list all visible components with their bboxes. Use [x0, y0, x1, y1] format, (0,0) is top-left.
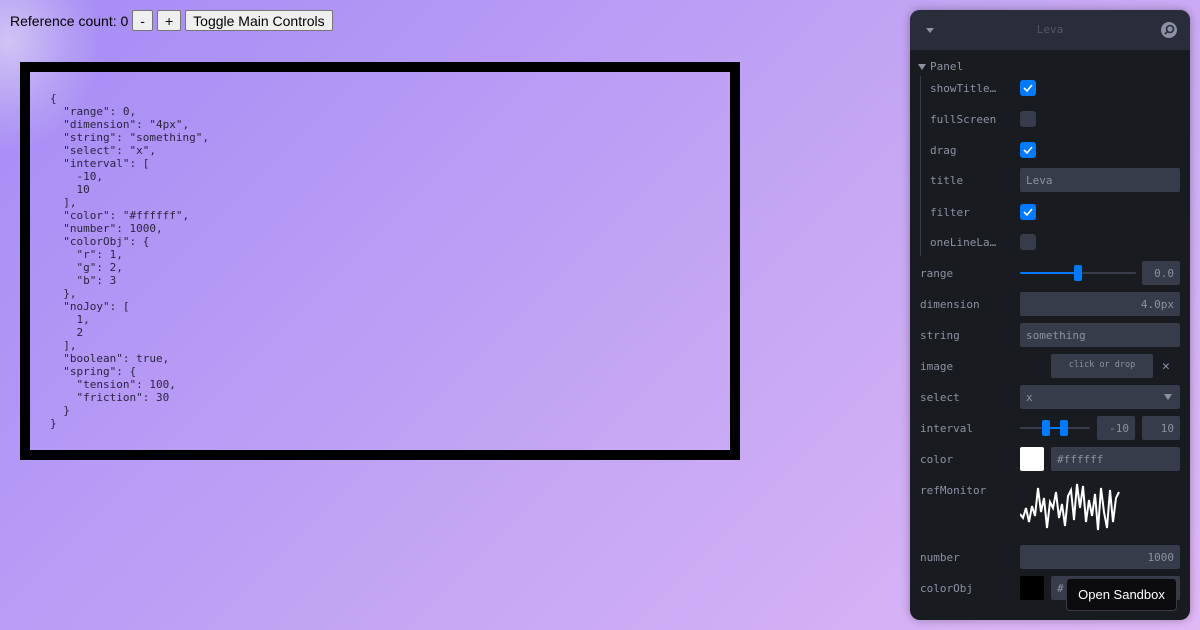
number-input[interactable]: 1000 [1020, 545, 1180, 569]
decrement-button[interactable]: - [132, 10, 153, 31]
leva-panel: Leva Panel showTitle… fullScreen drag ti… [910, 10, 1190, 620]
image-drop-button[interactable]: click or drop [1051, 354, 1153, 378]
row-interval: interval -10 10 [910, 416, 1190, 440]
filter-checkbox[interactable] [1020, 204, 1036, 220]
row-label: number [920, 551, 960, 564]
row-dimension: dimension 4.0px [910, 292, 1190, 316]
row-label: select [920, 391, 960, 404]
dimension-input[interactable]: 4.0px [1020, 292, 1180, 316]
row-label: filter [930, 206, 970, 219]
row-label: showTitle… [930, 82, 997, 95]
row-label: dimension [920, 298, 980, 311]
row-ref-monitor: refMonitor [910, 478, 1190, 538]
ref-monitor-graph [1020, 483, 1120, 531]
panel-header[interactable]: Leva [910, 10, 1190, 50]
show-title-checkbox[interactable] [1020, 80, 1036, 96]
row-full-screen: fullScreen [910, 107, 1190, 131]
row-number: number 1000 [910, 545, 1190, 569]
row-label: string [920, 329, 960, 342]
row-label: interval [920, 422, 973, 435]
interval-min-input[interactable]: -10 [1097, 416, 1135, 440]
close-icon[interactable]: ✕ [1162, 359, 1170, 374]
range-value-input[interactable]: 0.0 [1142, 261, 1180, 285]
row-image: image click or drop ✕ [910, 354, 1190, 378]
folder-label: Panel [930, 60, 964, 73]
color-hex-input[interactable]: #ffffff [1051, 447, 1180, 471]
increment-button[interactable]: + [156, 10, 182, 31]
chevron-down-icon [918, 63, 926, 70]
row-label: fullScreen [930, 113, 997, 126]
row-label: refMonitor [920, 484, 987, 497]
json-output-text: { "range": 0, "dimension": "4px", "strin… [50, 92, 209, 430]
row-filter: filter [910, 200, 1190, 224]
chevron-down-icon [1164, 394, 1172, 400]
toggle-main-controls-button[interactable]: Toggle Main Controls [185, 10, 333, 31]
row-title: title Leva [910, 168, 1190, 192]
panel-title: Leva [1036, 23, 1064, 36]
interval-min-handle[interactable] [1042, 420, 1050, 436]
json-output-frame: { "range": 0, "dimension": "4px", "strin… [20, 62, 740, 460]
row-label: drag [930, 144, 957, 157]
row-one-line-labels: oneLineLa… [910, 230, 1190, 254]
interval-max-handle[interactable] [1060, 420, 1068, 436]
folder-indent-line [920, 76, 921, 256]
check-icon [1023, 208, 1033, 217]
interval-max-input[interactable]: 10 [1142, 416, 1180, 440]
open-sandbox-button[interactable]: Open Sandbox [1066, 578, 1177, 611]
row-label: oneLineLa… [930, 236, 997, 249]
check-icon [1023, 146, 1033, 155]
search-icon[interactable] [1160, 21, 1178, 39]
row-range: range 0.0 [910, 261, 1190, 285]
row-drag: drag [910, 138, 1190, 162]
row-string: string something [910, 323, 1190, 347]
row-color: color #ffffff [910, 447, 1190, 471]
row-select: select x [910, 385, 1190, 409]
one-line-labels-checkbox[interactable] [1020, 234, 1036, 250]
row-label: range [920, 267, 954, 280]
row-label: color [920, 453, 954, 466]
string-input[interactable]: something [1020, 323, 1180, 347]
folder-panel[interactable]: Panel [918, 60, 963, 73]
drag-checkbox[interactable] [1020, 142, 1036, 158]
row-label: title [930, 174, 964, 187]
full-screen-checkbox[interactable] [1020, 111, 1036, 127]
title-input[interactable]: Leva [1020, 168, 1180, 192]
color-swatch[interactable] [1020, 447, 1044, 471]
row-label: image [920, 360, 954, 373]
range-slider-fill [1020, 272, 1078, 274]
row-label: colorObj [920, 582, 973, 595]
color-obj-swatch[interactable] [1020, 576, 1044, 600]
check-icon [1023, 84, 1033, 93]
top-controls: Reference count: 0 - + Toggle Main Contr… [10, 10, 333, 31]
row-show-title: showTitle… [910, 76, 1190, 100]
reference-count-label: Reference count: 0 [10, 12, 129, 29]
select-dropdown[interactable]: x [1020, 385, 1180, 409]
select-value: x [1026, 391, 1033, 404]
range-slider-handle[interactable] [1074, 265, 1082, 281]
